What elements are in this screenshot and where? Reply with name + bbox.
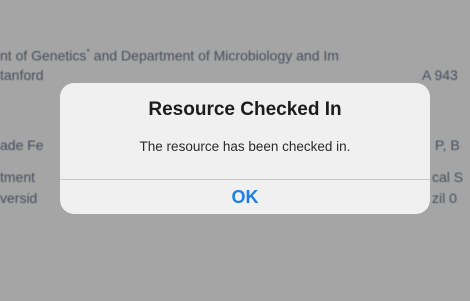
- alert-title: Resource Checked In: [148, 99, 342, 120]
- ok-button[interactable]: OK: [60, 180, 430, 214]
- screen: nt of Genetics* and Department of Microb…: [0, 0, 470, 301]
- alert-dialog: Resource Checked In The resource has bee…: [60, 83, 430, 214]
- alert-message: The resource has been checked in.: [139, 139, 351, 154]
